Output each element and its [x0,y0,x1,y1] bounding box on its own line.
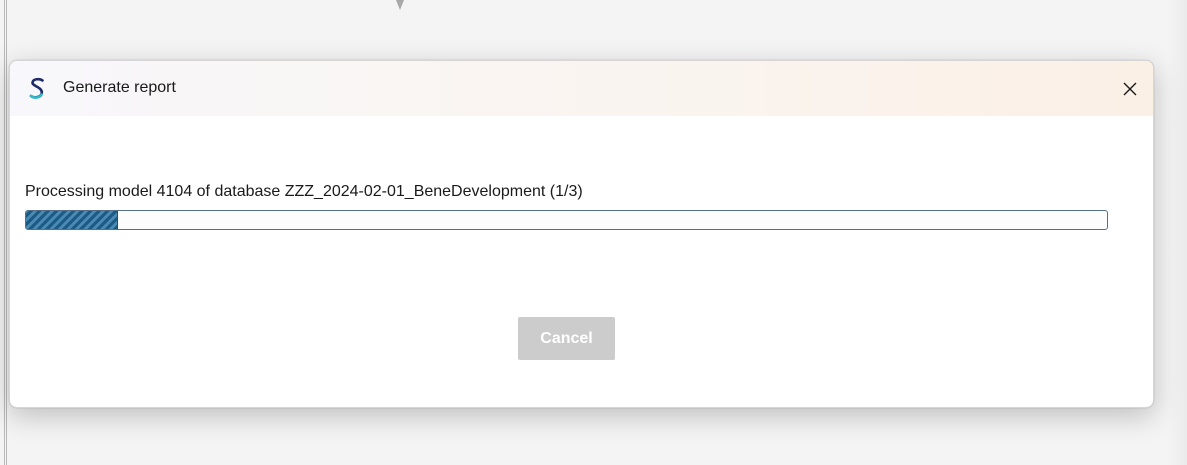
generate-report-dialog: Generate report Processing model 4104 of… [9,60,1154,408]
progress-bar [25,210,1108,230]
cancel-button[interactable]: Cancel [518,317,615,360]
close-button[interactable] [1107,61,1153,116]
background-edge-shadow [1168,0,1187,465]
dialog-title: Generate report [63,79,176,96]
close-icon [1123,82,1137,96]
processing-status-text: Processing model 4104 of database ZZZ_20… [25,183,583,200]
app-s-logo-icon [28,77,46,101]
background-dropdown-arrow-icon [396,0,404,10]
dialog-titlebar[interactable]: Generate report [10,61,1153,116]
progress-bar-fill [26,211,118,229]
background-window-border [4,0,7,465]
